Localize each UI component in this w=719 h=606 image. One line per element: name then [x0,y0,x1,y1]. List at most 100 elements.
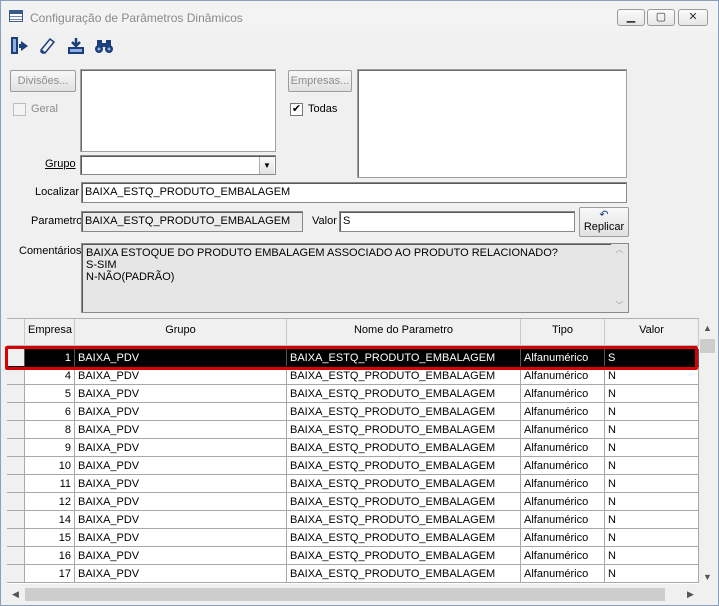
table-row[interactable]: 10 BAIXA_PDV BAIXA_ESTQ_PRODUTO_EMBALAGEM A… [7,457,699,475]
cell-empresa[interactable]: 15 [25,529,75,547]
row-indicator[interactable] [7,421,25,439]
cell-grupo[interactable]: BAIXA_PDV [75,349,287,367]
cell-nome-parametro[interactable]: BAIXA_ESTQ_PRODUTO_EMBALAGEM [287,385,521,403]
cell-grupo[interactable]: BAIXA_PDV [75,367,287,385]
cell-tipo[interactable]: Alfanumérico [521,475,605,493]
cell-grupo[interactable]: BAIXA_PDV [75,547,287,565]
column-header-valor[interactable]: Valor [605,319,699,346]
cell-grupo[interactable]: BAIXA_PDV [75,439,287,457]
cell-empresa[interactable]: 5 [25,385,75,403]
cell-tipo[interactable]: Alfanumérico [521,565,605,583]
column-header-tipo[interactable]: Tipo [521,319,605,346]
cell-valor[interactable]: S [605,349,699,367]
cell-valor[interactable]: N [605,367,699,385]
cell-grupo[interactable]: BAIXA_PDV [75,385,287,403]
cell-empresa[interactable]: 6 [25,403,75,421]
cell-tipo[interactable]: Alfanumérico [521,385,605,403]
parameters-grid[interactable]: Empresa Grupo Nome do Parametro Tipo Val… [7,318,699,584]
eraser-icon[interactable] [34,33,60,59]
valor-input[interactable]: S [339,211,575,232]
chevron-right-icon[interactable]: ▶ [682,586,699,603]
column-header-nome[interactable]: Nome do Parametro [287,319,521,346]
table-row[interactable]: 1 BAIXA_PDV BAIXA_ESTQ_PRODUTO_EMBALAGEM Al… [7,349,699,367]
cell-empresa[interactable]: 8 [25,421,75,439]
exit-icon[interactable] [6,33,32,59]
column-header-empresa[interactable]: Empresa [25,319,75,346]
table-row[interactable]: 16 BAIXA_PDV BAIXA_ESTQ_PRODUTO_EMBALAGEM A… [7,547,699,565]
empresas-button[interactable]: Empresas... [288,70,352,92]
table-row[interactable]: 11 BAIXA_PDV BAIXA_ESTQ_PRODUTO_EMBALAGEM A… [7,475,699,493]
cell-valor[interactable]: N [605,475,699,493]
table-row[interactable]: 4 BAIXA_PDV BAIXA_ESTQ_PRODUTO_EMBALAGEM Al… [7,367,699,385]
cell-valor[interactable]: N [605,403,699,421]
row-indicator[interactable] [7,475,25,493]
cell-tipo[interactable]: Alfanumérico [521,457,605,475]
cell-empresa[interactable]: 4 [25,367,75,385]
cell-valor[interactable]: N [605,421,699,439]
geral-checkbox[interactable] [13,103,26,116]
cell-grupo[interactable]: BAIXA_PDV [75,511,287,529]
cell-empresa[interactable]: 14 [25,511,75,529]
cell-valor[interactable]: N [605,439,699,457]
chevron-down-icon[interactable]: ▼ [699,569,716,586]
comentarios-memo[interactable]: BAIXA ESTOQUE DO PRODUTO EMBALAGEM ASSOC… [81,243,629,313]
row-indicator[interactable] [7,493,25,511]
cell-empresa[interactable]: 9 [25,439,75,457]
table-row[interactable]: 12 BAIXA_PDV BAIXA_ESTQ_PRODUTO_EMBALAGEM A… [7,493,699,511]
table-row[interactable]: 9 BAIXA_PDV BAIXA_ESTQ_PRODUTO_EMBALAGEM Al… [7,439,699,457]
cell-valor[interactable]: N [605,493,699,511]
row-indicator[interactable] [7,403,25,421]
row-indicator[interactable] [7,385,25,403]
binoculars-icon[interactable] [91,33,117,59]
cell-nome-parametro[interactable]: BAIXA_ESTQ_PRODUTO_EMBALAGEM [287,349,521,367]
grupo-combo[interactable]: ▼ [80,155,276,175]
scroll-thumb[interactable] [25,588,665,601]
table-row[interactable]: 5 BAIXA_PDV BAIXA_ESTQ_PRODUTO_EMBALAGEM Al… [7,385,699,403]
cell-nome-parametro[interactable]: BAIXA_ESTQ_PRODUTO_EMBALAGEM [287,457,521,475]
cell-nome-parametro[interactable]: BAIXA_ESTQ_PRODUTO_EMBALAGEM [287,403,521,421]
row-indicator[interactable] [7,565,25,583]
cell-nome-parametro[interactable]: BAIXA_ESTQ_PRODUTO_EMBALAGEM [287,475,521,493]
close-button[interactable]: ✕ [678,9,708,26]
chevron-up-icon[interactable]: ︿ [611,244,628,256]
grid-horizontal-scrollbar[interactable]: ◀ ▶ [7,586,699,603]
replicar-button[interactable]: ↶ Replicar [579,207,629,237]
cell-empresa[interactable]: 1 [25,349,75,367]
cell-tipo[interactable]: Alfanumérico [521,403,605,421]
cell-nome-parametro[interactable]: BAIXA_ESTQ_PRODUTO_EMBALAGEM [287,547,521,565]
maximize-button[interactable]: ▢ [647,9,675,26]
cell-valor[interactable]: N [605,565,699,583]
row-indicator[interactable] [7,547,25,565]
table-row[interactable]: 15 BAIXA_PDV BAIXA_ESTQ_PRODUTO_EMBALAGEM A… [7,529,699,547]
cell-tipo[interactable]: Alfanumérico [521,349,605,367]
cell-tipo[interactable]: Alfanumérico [521,439,605,457]
cell-tipo[interactable]: Alfanumérico [521,367,605,385]
title-bar[interactable]: Configuração de Parâmetros Dinâmicos ▁ ▢… [1,1,718,31]
table-row[interactable]: 6 BAIXA_PDV BAIXA_ESTQ_PRODUTO_EMBALAGEM Al… [7,403,699,421]
cell-grupo[interactable]: BAIXA_PDV [75,421,287,439]
cell-valor[interactable]: N [605,457,699,475]
row-indicator[interactable] [7,367,25,385]
cell-empresa[interactable]: 11 [25,475,75,493]
cell-tipo[interactable]: Alfanumérico [521,547,605,565]
table-row[interactable]: 8 BAIXA_PDV BAIXA_ESTQ_PRODUTO_EMBALAGEM Al… [7,421,699,439]
cell-grupo[interactable]: BAIXA_PDV [75,403,287,421]
cell-nome-parametro[interactable]: BAIXA_ESTQ_PRODUTO_EMBALAGEM [287,529,521,547]
chevron-left-icon[interactable]: ◀ [7,586,24,603]
cell-nome-parametro[interactable]: BAIXA_ESTQ_PRODUTO_EMBALAGEM [287,439,521,457]
cell-grupo[interactable]: BAIXA_PDV [75,493,287,511]
cell-empresa[interactable]: 16 [25,547,75,565]
cell-nome-parametro[interactable]: BAIXA_ESTQ_PRODUTO_EMBALAGEM [287,493,521,511]
cell-grupo[interactable]: BAIXA_PDV [75,565,287,583]
chevron-up-icon[interactable]: ▲ [699,320,716,337]
row-indicator[interactable] [7,439,25,457]
cell-valor[interactable]: N [605,529,699,547]
cell-empresa[interactable]: 17 [25,565,75,583]
save-icon[interactable] [63,33,89,59]
chevron-down-icon[interactable]: ﹀ [611,300,628,312]
cell-tipo[interactable]: Alfanumérico [521,511,605,529]
todas-checkbox[interactable]: ✔ [290,103,303,116]
table-row[interactable]: 17 BAIXA_PDV BAIXA_ESTQ_PRODUTO_EMBALAGEM A… [7,565,699,583]
cell-nome-parametro[interactable]: BAIXA_ESTQ_PRODUTO_EMBALAGEM [287,367,521,385]
row-indicator[interactable] [7,349,25,367]
